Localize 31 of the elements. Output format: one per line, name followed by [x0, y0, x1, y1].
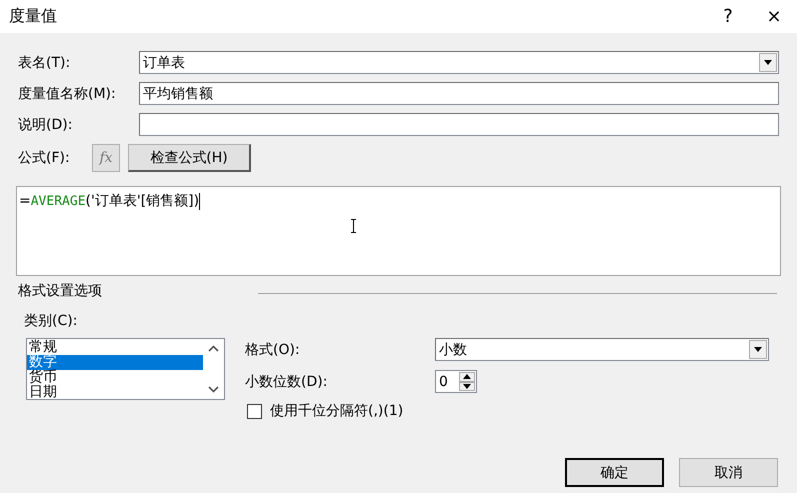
scroll-down-icon[interactable] — [208, 386, 219, 393]
field-label: 表名(T): — [18, 54, 72, 72]
thousands-checkbox[interactable] — [247, 404, 262, 418]
text-cursor-icon — [350, 219, 357, 233]
category-item[interactable]: 常规 — [27, 340, 203, 355]
spin-up-icon[interactable] — [459, 372, 475, 382]
field-label: 说明(D): — [18, 116, 74, 134]
section-title: 格式设置选项 — [18, 282, 102, 300]
category-item[interactable]: 日期 — [27, 385, 203, 400]
category-item[interactable]: 数字 — [27, 355, 203, 370]
dialog-button[interactable]: 确定 — [565, 458, 664, 487]
help-button[interactable]: ? — [705, 0, 751, 33]
dialog-button[interactable]: 取消 — [679, 458, 778, 487]
format-dropdown[interactable]: 小数 — [435, 338, 769, 361]
formula-label: 公式(F): — [18, 149, 71, 167]
input-field[interactable] — [139, 113, 779, 136]
scroll-up-icon[interactable] — [208, 345, 219, 352]
window-title: 度量值 — [9, 6, 58, 27]
format-label: 格式(O): — [245, 340, 301, 358]
check-formula-button[interactable]: 检查公式(H) — [128, 144, 251, 172]
decimals-spinner[interactable]: 0 — [435, 370, 477, 393]
formula-editor[interactable]: =AVERAGE('订单表'[销售额]) — [16, 186, 781, 276]
field-label: 度量值名称(M): — [18, 84, 117, 102]
input-field[interactable]: 平均销售额 — [139, 82, 779, 105]
close-button[interactable]: × — [751, 0, 797, 33]
category-list[interactable]: 常规 数字 货币 日期 — [26, 338, 225, 400]
category-label: 类别(C): — [24, 312, 78, 330]
category-item[interactable]: 货币 — [27, 370, 203, 385]
decimals-label: 小数位数(D): — [245, 372, 328, 390]
thousands-label: 使用千位分隔符(,)(1) — [270, 402, 404, 420]
table-dropdown[interactable]: 订单表 — [139, 51, 779, 74]
